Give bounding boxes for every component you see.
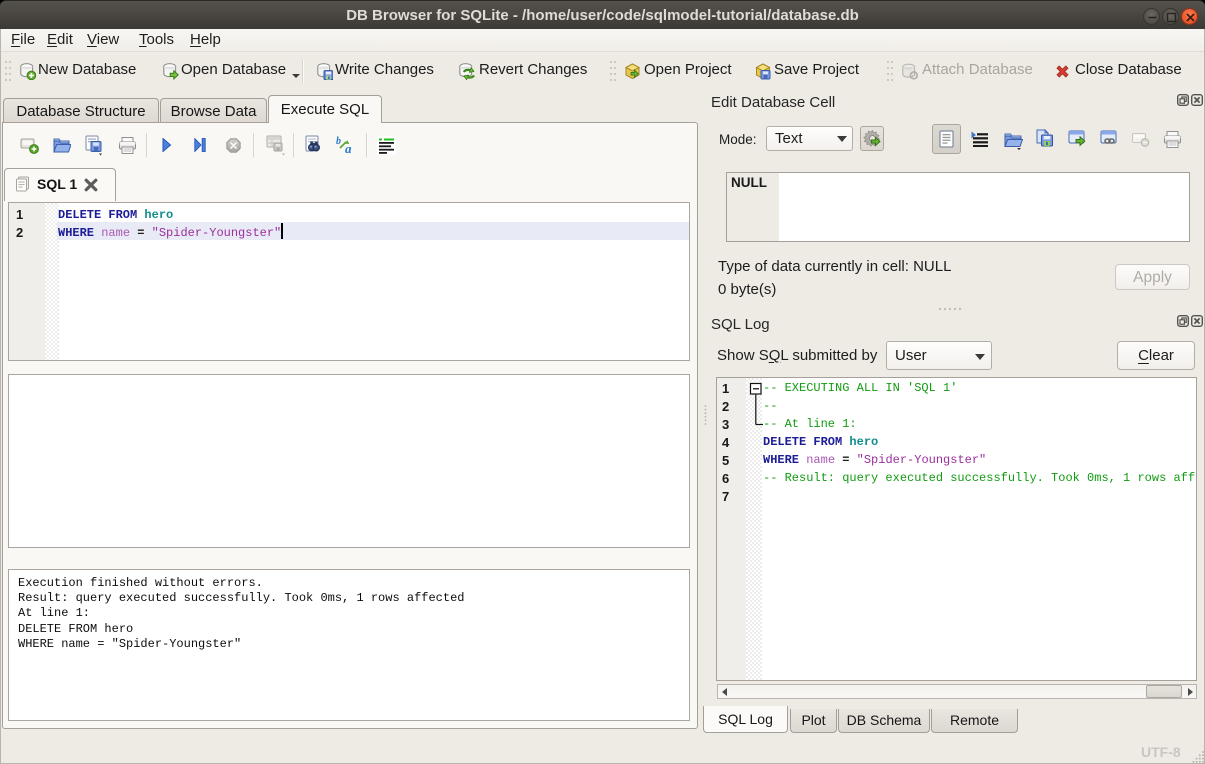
svg-text:b: b (336, 136, 341, 147)
